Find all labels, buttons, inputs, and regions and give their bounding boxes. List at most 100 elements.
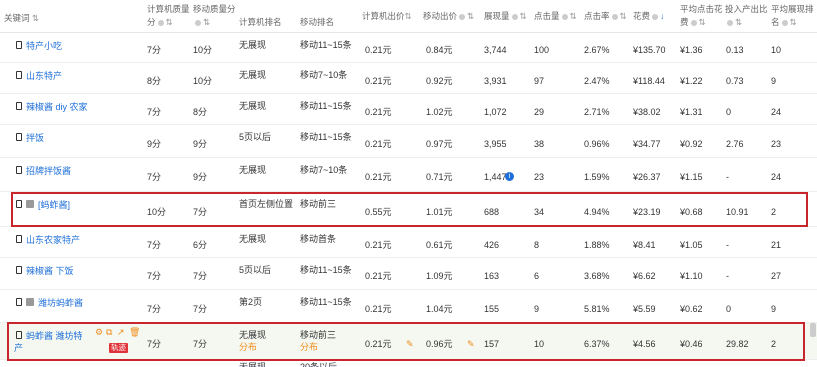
keyword-link[interactable]: 山东农家特产 bbox=[26, 234, 80, 246]
sort-icon[interactable]: ⇅ bbox=[203, 17, 210, 27]
help-icon[interactable] bbox=[781, 19, 788, 26]
cell-pcb[interactable]: 0.21元 bbox=[365, 44, 392, 56]
help-icon[interactable] bbox=[652, 13, 659, 20]
cell-pcb[interactable]: 0.21元 bbox=[365, 138, 392, 150]
keyword-link[interactable]: 山东特产 bbox=[26, 70, 62, 82]
col-cost[interactable]: 花费 ↓ bbox=[633, 10, 664, 23]
keyword-link-cont[interactable]: 产 bbox=[14, 342, 23, 354]
col-mobile-quality[interactable]: 移动质量分 ⇅ bbox=[193, 3, 236, 29]
help-icon[interactable] bbox=[195, 19, 201, 26]
cell-pcb[interactable]: 0.21元 bbox=[365, 338, 392, 350]
col-keyword[interactable]: 关键词 ⇅ bbox=[4, 12, 39, 25]
cell-mb[interactable]: 0.92元 bbox=[426, 75, 453, 87]
cell-pcb[interactable]: 0.21元 bbox=[365, 75, 392, 87]
sort-icon[interactable]: ⇅ bbox=[405, 11, 412, 21]
sort-desc-icon[interactable]: ↓ bbox=[660, 11, 664, 21]
edit-pencil-icon[interactable]: ✎ bbox=[406, 338, 414, 350]
cell-pos: 27 bbox=[771, 271, 782, 281]
cell-mb[interactable]: 1.02元 bbox=[426, 106, 453, 118]
cell-mb[interactable]: 0.97元 bbox=[426, 138, 453, 150]
cell-pcb[interactable]: 0.21元 bbox=[365, 171, 392, 183]
mobile-device-icon bbox=[16, 235, 22, 243]
keyword-link[interactable]: 招牌拌饭酱 bbox=[26, 165, 71, 177]
col-ctr[interactable]: 点击率 ⇅ bbox=[584, 10, 627, 23]
help-icon[interactable] bbox=[611, 13, 618, 20]
keyword-link[interactable]: 潍坊蚂蚱酱 bbox=[38, 297, 83, 309]
help-icon[interactable] bbox=[459, 13, 466, 20]
cell-pcq: 7分 bbox=[147, 45, 162, 55]
distribution-link[interactable]: 分布 bbox=[300, 341, 318, 353]
cell-roi: 0.73 bbox=[726, 76, 744, 86]
help-icon[interactable] bbox=[690, 19, 697, 26]
col-impressions[interactable]: 展现量 ⇅ bbox=[484, 10, 527, 23]
edit-pencil-icon[interactable]: ✎ bbox=[467, 338, 475, 350]
cell-pcr: 5页以后 bbox=[239, 265, 272, 275]
cell-mb[interactable]: 0.96元 bbox=[426, 338, 453, 350]
cell-pcq: 7分 bbox=[147, 339, 162, 349]
col-clicks[interactable]: 点击量 ⇅ bbox=[534, 10, 577, 23]
sort-icon[interactable]: ⇅ bbox=[699, 17, 706, 27]
table-row: 无展现 20条以后 bbox=[0, 360, 817, 367]
cell-mb[interactable]: 1.09元 bbox=[426, 270, 453, 282]
cell-mr: 移动7~10条 bbox=[300, 70, 348, 80]
cell-pcb[interactable]: 0.21元 bbox=[365, 106, 392, 118]
scrollbar-thumb[interactable] bbox=[810, 323, 816, 337]
keyword-link[interactable]: 辣椒酱 diy 农家 bbox=[26, 101, 88, 113]
cell-mr: 移动首条 bbox=[300, 234, 337, 244]
cell-pcb[interactable]: 0.55元 bbox=[365, 206, 392, 218]
col-roi[interactable]: 投入产出比 ⇅ bbox=[725, 3, 768, 29]
distribution-link[interactable]: 分布 bbox=[239, 341, 257, 353]
settings-icon[interactable]: ⚙ bbox=[95, 327, 103, 338]
cell-pcr: 无展现 bbox=[239, 101, 267, 111]
cell-pcb[interactable]: 0.21元 bbox=[365, 303, 392, 315]
help-icon[interactable] bbox=[511, 13, 518, 20]
keyword-link[interactable]: 辣椒酱 下饭 bbox=[26, 265, 74, 277]
cell-mb[interactable]: 0.61元 bbox=[426, 239, 453, 251]
col-avg-pos[interactable]: 平均展现排名 ⇅ bbox=[771, 3, 814, 29]
sort-icon[interactable]: ⇅ bbox=[735, 17, 742, 27]
cell-mb[interactable]: 1.04元 bbox=[426, 303, 453, 315]
track-badge[interactable]: 轨迹 bbox=[109, 343, 128, 353]
col-cpc[interactable]: 平均点击花费 ⇅ bbox=[680, 3, 723, 29]
cell-mb[interactable]: 0.71元 bbox=[426, 171, 453, 183]
keyword-link[interactable]: [蚂蚱酱] bbox=[38, 199, 70, 211]
cell-pcr: 无展现 bbox=[239, 165, 267, 175]
cell-cost: ¥8.41 bbox=[633, 240, 656, 250]
col-pc-quality-label: 计算机质量 bbox=[147, 4, 190, 14]
cell-imp: 426 bbox=[484, 240, 500, 250]
match-type-icon bbox=[26, 298, 34, 306]
keyword-link[interactable]: 拌饭 bbox=[26, 132, 44, 144]
help-icon[interactable] bbox=[561, 13, 568, 20]
cell-pcr: 无展现 bbox=[239, 40, 267, 50]
keyword-link[interactable]: 蚂蚱酱 潍坊特 bbox=[26, 330, 83, 342]
delete-icon[interactable]: 🗑 bbox=[129, 327, 140, 338]
sort-icon[interactable]: ⇅ bbox=[166, 17, 173, 27]
cell-pcb[interactable]: 0.21元 bbox=[365, 270, 392, 282]
sort-icon[interactable]: ⇅ bbox=[467, 11, 474, 21]
cell-clk: 23 bbox=[534, 172, 545, 182]
cell-mb[interactable]: 0.84元 bbox=[426, 44, 453, 56]
help-icon[interactable] bbox=[157, 19, 164, 26]
cell-mb[interactable]: 1.01元 bbox=[426, 206, 453, 218]
cell-imp: 688 bbox=[484, 207, 500, 217]
col-mobile-bid[interactable]: 移动出价 ⇅ bbox=[423, 10, 474, 23]
help-icon[interactable] bbox=[727, 19, 733, 26]
col-pc-quality[interactable]: 计算机质量分 ⇅ bbox=[147, 3, 190, 29]
sort-icon[interactable]: ⇅ bbox=[32, 13, 39, 23]
table-row: 山东农家特产 7分 6分 无展现 移动首条 0.21元 0.61元 426 8 1.88% ¥8.4… bbox=[0, 227, 817, 258]
chart-icon[interactable]: ↗ bbox=[117, 327, 125, 338]
cell-pcr: 无展现 bbox=[239, 362, 267, 367]
table-row: 招牌拌饭酱 7分 9分 无展现 移动7~10条 0.21元 0.71元 1,447 i 23 1.5… bbox=[0, 158, 817, 192]
sort-icon[interactable]: ⇅ bbox=[570, 11, 577, 21]
col-clicks-label: 点击量 bbox=[534, 11, 560, 21]
cell-imp: 157 bbox=[484, 339, 500, 349]
sort-icon[interactable]: ⇅ bbox=[790, 17, 797, 27]
sort-icon[interactable]: ⇅ bbox=[620, 11, 627, 21]
cell-pcb[interactable]: 0.21元 bbox=[365, 239, 392, 251]
copy-icon[interactable]: ⧉ bbox=[106, 327, 112, 338]
info-icon[interactable]: i bbox=[505, 172, 514, 181]
keyword-link[interactable]: 特产小吃 bbox=[26, 40, 62, 52]
col-ctr-label: 点击率 bbox=[584, 11, 610, 21]
col-pc-bid[interactable]: 计算机出价⇅ bbox=[362, 10, 412, 23]
sort-icon[interactable]: ⇅ bbox=[520, 11, 527, 21]
